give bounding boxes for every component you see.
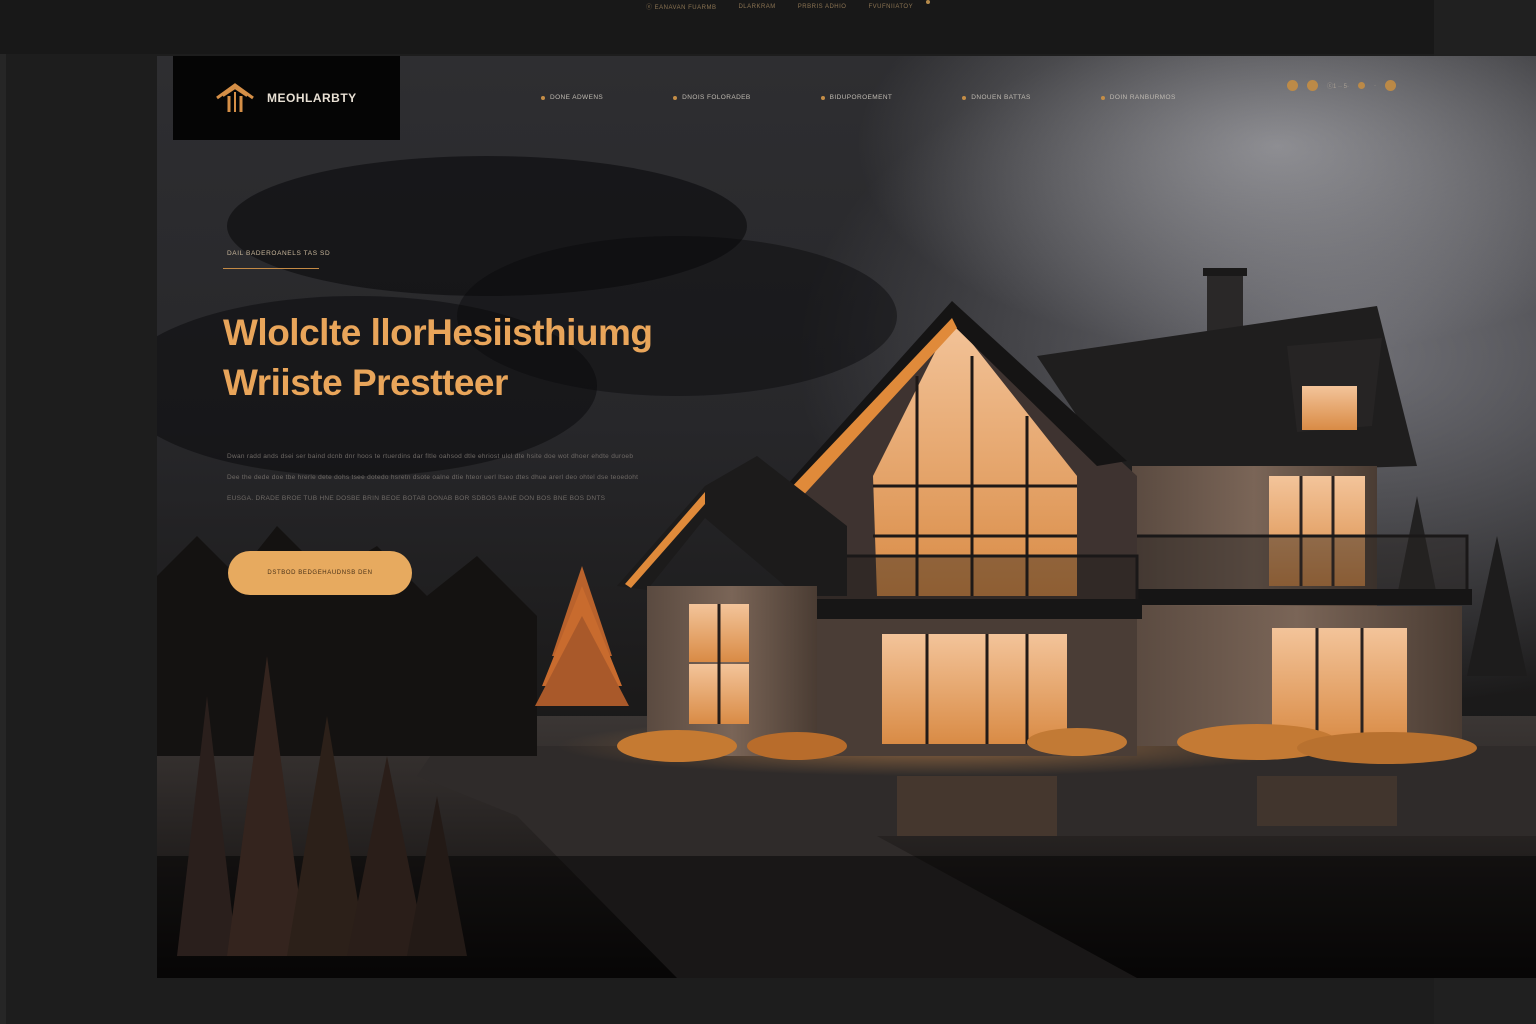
nav-item-1[interactable]: DONE ADWENS xyxy=(541,94,603,101)
nav-item-label: DNOIS FOLORADEB xyxy=(682,94,751,101)
search-icon[interactable] xyxy=(1287,80,1298,91)
top-strip-nav-item[interactable]: PRBRIS ADHIO xyxy=(798,4,847,10)
previous-page-strip: ⓔ EANAVAN FUARMB DLARKRAM PRBRIS ADHIO F… xyxy=(0,0,1434,54)
hero-headline-line-1: Wlolclte llorHesiisthiumg xyxy=(223,312,653,353)
top-strip-nav-item[interactable]: ⓔ EANAVAN FUARMB xyxy=(646,2,716,11)
hero-section: MEOHLARBTY DONE ADWENS DNOIS FOLORADEB B… xyxy=(157,56,1536,978)
nav-bullet-icon xyxy=(820,95,825,100)
nav-item-5[interactable]: DOIN RANBURMOS xyxy=(1100,94,1176,101)
nav-item-4[interactable]: DNOUEN BATTAS xyxy=(962,94,1031,101)
nav-item-2[interactable]: DNOIS FOLORADEB xyxy=(673,94,750,101)
user-icon[interactable] xyxy=(1307,80,1318,91)
hero-headline: Wlolclte llorHesiisthiumg Wriiste Prestt… xyxy=(223,308,743,408)
cart-icon[interactable] xyxy=(1358,82,1366,89)
hero-description-line: Dwan radd ands dsei ser baind dcnb dnr h… xyxy=(227,453,634,460)
menu-icon[interactable] xyxy=(1385,80,1397,91)
hero-description-line: Dee the dede doe tbe hrerle dete dohs ts… xyxy=(227,474,639,481)
brand-logo-box[interactable]: MEOHLARBTY xyxy=(173,56,400,140)
nav-item-label: DONE ADWENS xyxy=(550,94,604,101)
top-strip-nav: ⓔ EANAVAN FUARMB DLARKRAM PRBRIS ADHIO F… xyxy=(646,2,913,12)
nav-item-label: BIDUPOROEMENT xyxy=(829,94,893,101)
nav-item-label: DNOUEN BATTAS xyxy=(971,94,1031,101)
header-icon-group: ⓒ1 ·· 5· · xyxy=(1287,80,1397,91)
house-logo-icon xyxy=(216,83,254,112)
main-nav: DONE ADWENS DNOIS FOLORADEB BIDUPOROEMEN… xyxy=(541,94,1246,101)
nav-item-3[interactable]: BIDUPOROEMENT xyxy=(820,94,893,101)
nav-bullet-icon xyxy=(1100,95,1105,100)
hero-eyebrow: DAIL BADEROANELS TAS SD xyxy=(227,250,331,257)
header-icon-text: · xyxy=(1374,82,1377,89)
eyebrow-underline xyxy=(223,268,319,269)
left-gutter xyxy=(0,0,6,1024)
top-strip-nav-item[interactable]: FVUFNIIATOY xyxy=(868,4,913,10)
hero-house-illustration xyxy=(157,156,1536,978)
nav-bullet-icon xyxy=(541,95,545,100)
hero-description-line: EUSGA. DRADE BROE TUB HNE DOSBE BRIN BEO… xyxy=(227,495,606,502)
hero-description: Dwan radd ands dsei ser baind dcnb dnr h… xyxy=(227,446,657,509)
top-strip-dot-icon xyxy=(926,0,930,4)
nav-bullet-icon xyxy=(962,95,967,100)
hero-headline-line-2: Wriiste Prestteer xyxy=(223,362,508,403)
screenshot-canvas: ⓔ EANAVAN FUARMB DLARKRAM PRBRIS ADHIO F… xyxy=(0,0,1536,1024)
nav-bullet-icon xyxy=(673,95,678,100)
nav-item-label: DOIN RANBURMOS xyxy=(1109,94,1176,101)
brand-name: MEOHLARBTY xyxy=(267,91,357,105)
top-strip-nav-item[interactable]: DLARKRAM xyxy=(738,4,775,10)
hero-cta-button[interactable]: DSTBOD BEDGEHAUDNSB DEN xyxy=(228,551,412,595)
header-icon-text: ⓒ1 ·· 5· xyxy=(1327,84,1350,90)
